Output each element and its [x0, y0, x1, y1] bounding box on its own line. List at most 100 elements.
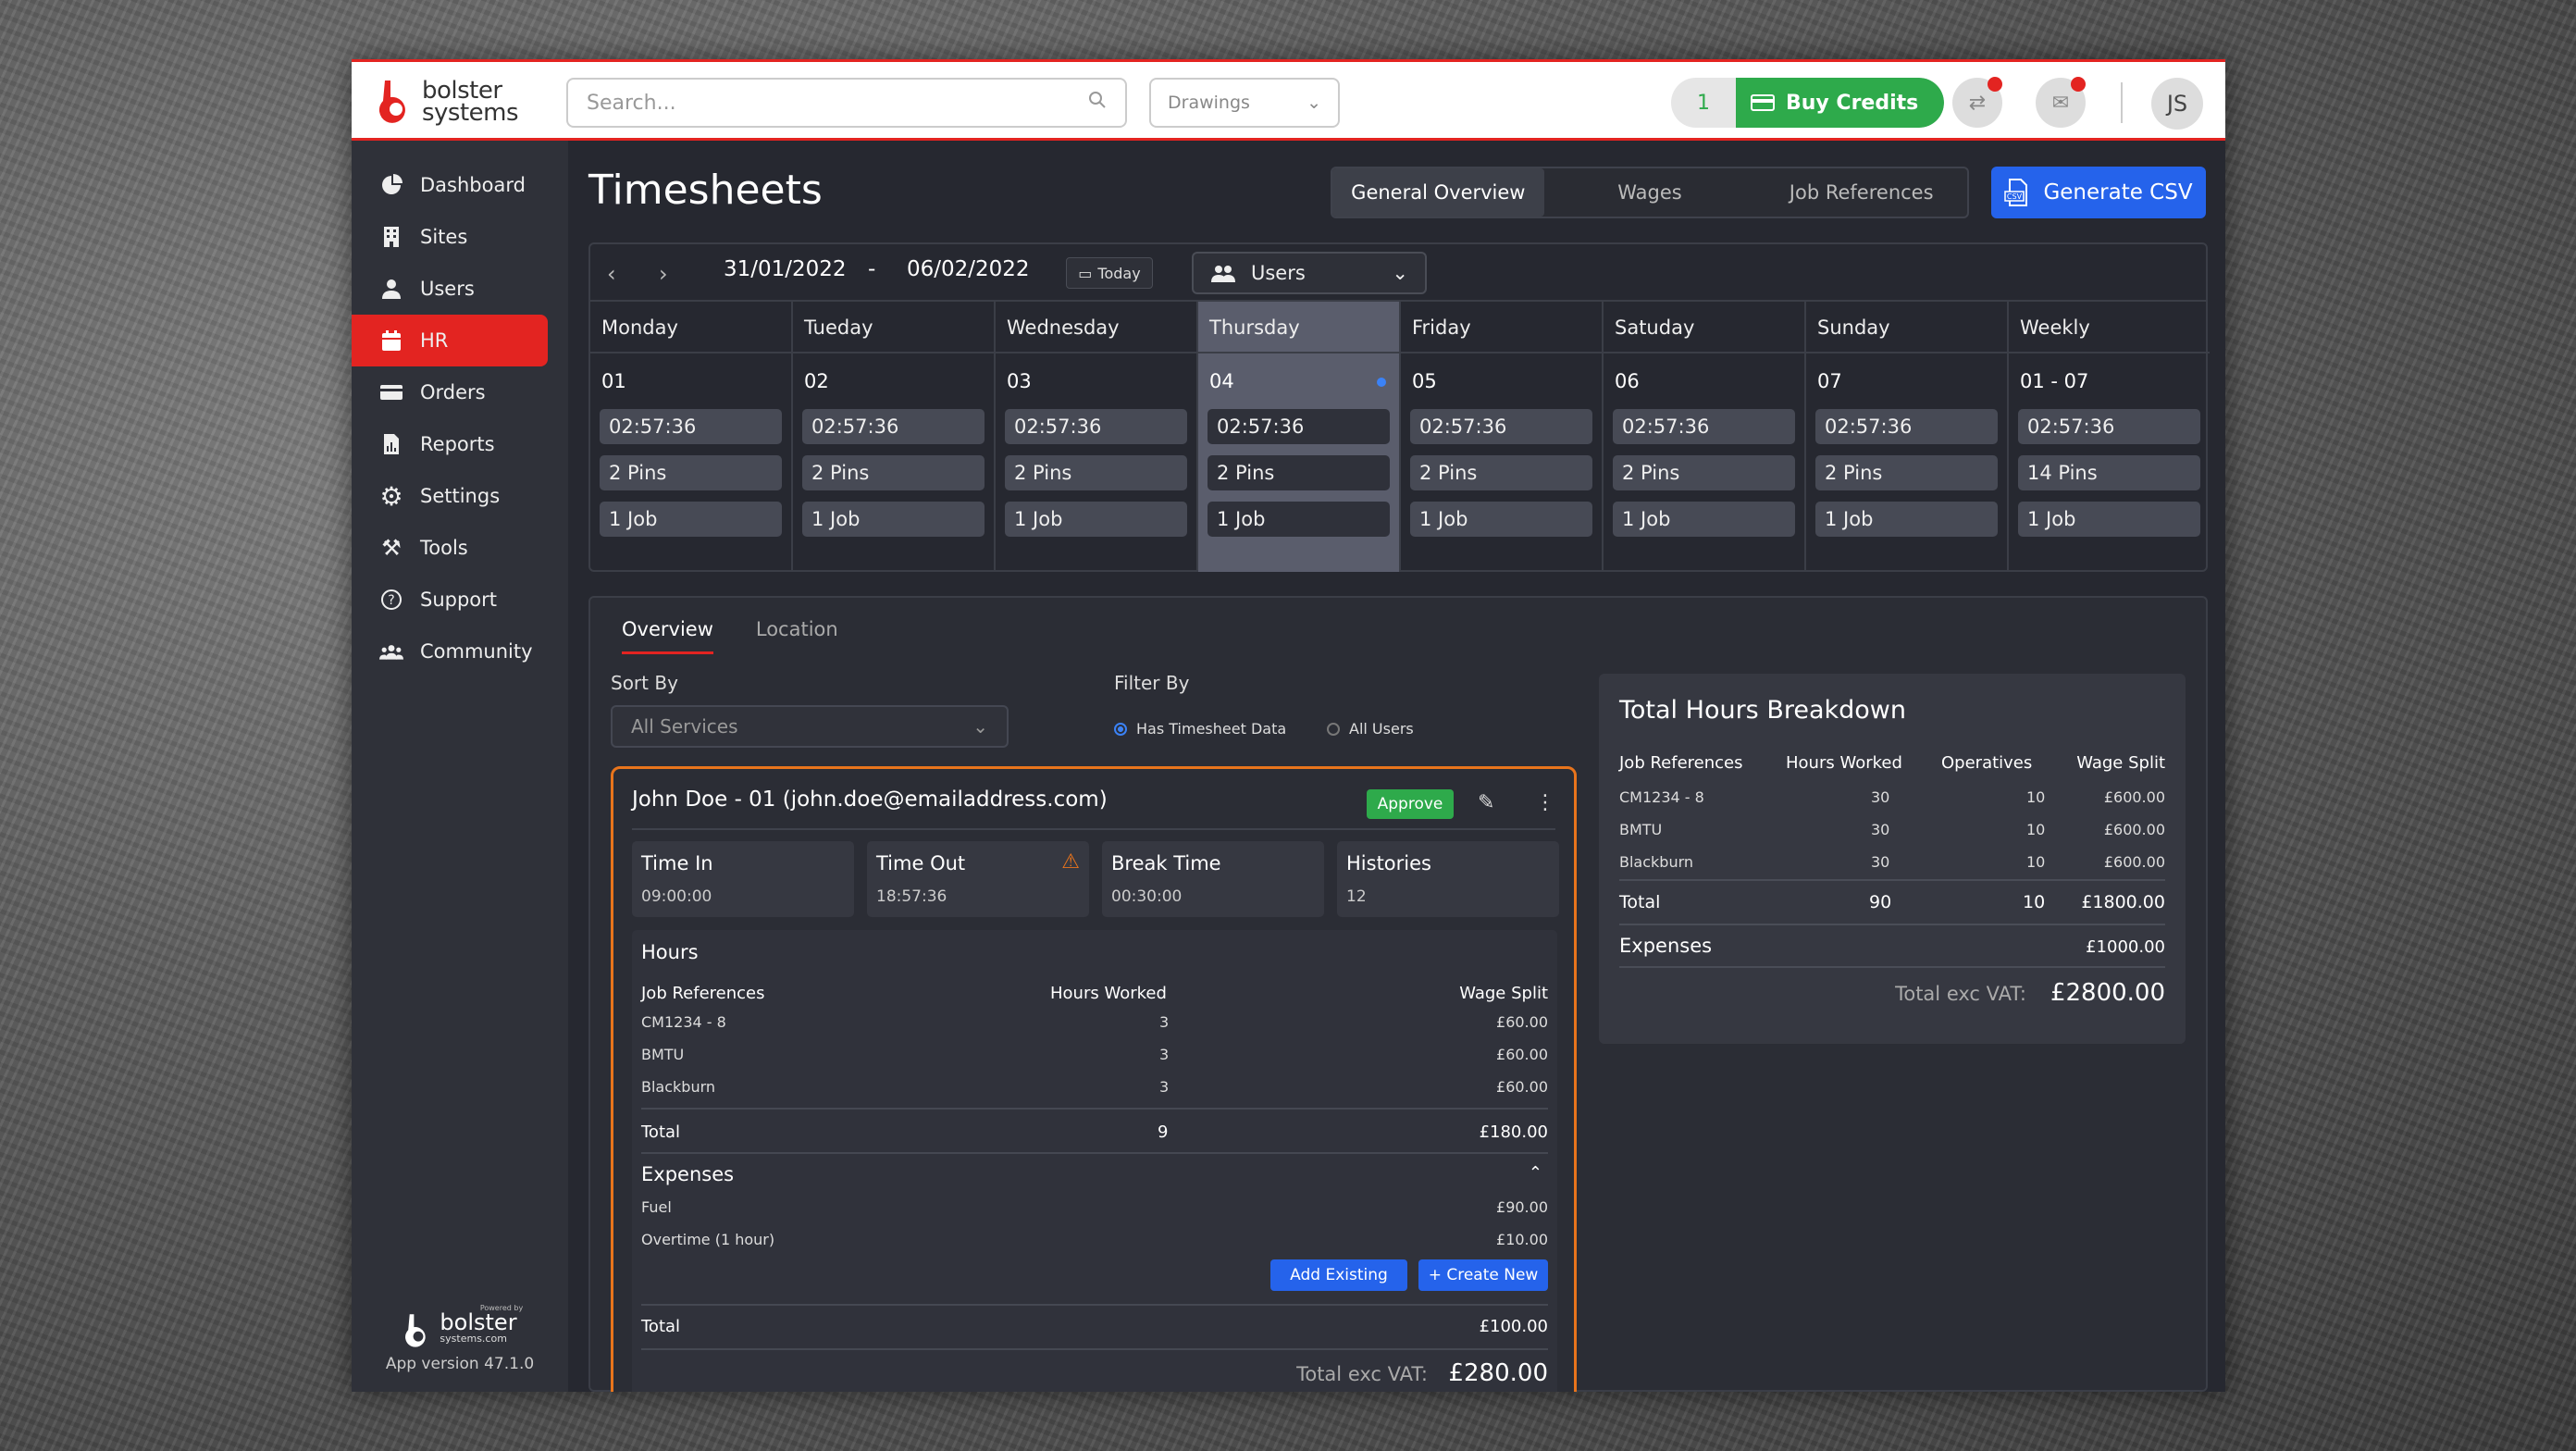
break-time-value: 00:30:00	[1111, 887, 1183, 906]
more-vertical-icon[interactable]: ⋮	[1535, 791, 1555, 814]
app-version-footer: Powered by bolster systems.com App versio…	[352, 1304, 568, 1373]
day-pins-pill[interactable]: 2 Pins	[1815, 455, 1998, 490]
day-jobs-pill[interactable]: 1 Job	[1410, 502, 1592, 537]
day-pins-pill[interactable]: 2 Pins	[600, 455, 782, 490]
sidebar-item-support[interactable]: ? Support	[352, 574, 548, 626]
day-column[interactable]: Tueday 02 02:57:36 2 Pins 1 Job	[793, 302, 996, 572]
day-pins-pill[interactable]: 2 Pins	[1005, 455, 1187, 490]
sidebar-item-sites[interactable]: Sites	[352, 211, 548, 263]
credits-widget[interactable]: 1 Buy Credits	[1671, 78, 1945, 128]
hours-total: 9	[1158, 1122, 1169, 1142]
day-jobs-pill[interactable]: 1 Job	[600, 502, 782, 537]
filter-all-users-radio[interactable]: All Users	[1327, 720, 1414, 738]
day-time-pill[interactable]: 02:57:36	[2018, 409, 2200, 444]
radio-unselected-icon	[1327, 722, 1340, 736]
generate-csv-button[interactable]: CSV Generate CSV	[1991, 167, 2206, 218]
sidebar-item-hr[interactable]: HR	[352, 315, 548, 366]
day-column[interactable]: Monday 01 02:57:36 2 Pins 1 Job	[590, 302, 793, 572]
day-jobs-pill[interactable]: 1 Job	[1815, 502, 1998, 537]
wage-split: £60.00	[1496, 1013, 1548, 1031]
sort-by-label: Sort By	[611, 672, 678, 694]
chevron-down-icon: ⌄	[1307, 93, 1321, 113]
drawings-dropdown[interactable]: Drawings ⌄	[1149, 78, 1340, 128]
day-column[interactable]: Satuday 06 02:57:36 2 Pins 1 Job	[1604, 302, 1806, 572]
users-label: Users	[1251, 262, 1306, 284]
column-header: Operatives	[1941, 753, 2033, 773]
users-dropdown[interactable]: Users ⌄	[1192, 252, 1427, 294]
add-existing-button[interactable]: Add Existing	[1270, 1259, 1407, 1291]
expense-amount: £10.00	[1496, 1231, 1548, 1248]
sidebar-item-users[interactable]: Users	[352, 263, 548, 315]
day-number-text: 01 - 07	[2020, 370, 2089, 392]
sidebar-item-tools[interactable]: ⚒ Tools	[352, 522, 548, 574]
sort-by-select[interactable]: All Services ⌄	[611, 705, 1009, 748]
chevron-right-icon[interactable]: ›	[659, 261, 668, 287]
day-time-pill[interactable]: 02:57:36	[600, 409, 782, 444]
sidebar-item-dashboard[interactable]: Dashboard	[352, 159, 548, 211]
day-column[interactable]: Sunday 07 02:57:36 2 Pins 1 Job	[1806, 302, 2009, 572]
day-pins-pill[interactable]: 14 Pins	[2018, 455, 2200, 490]
day-time-pill[interactable]: 02:57:36	[1815, 409, 1998, 444]
sync-button[interactable]: ⇄	[1952, 77, 2002, 128]
day-jobs-pill[interactable]: 1 Job	[802, 502, 985, 537]
tab-wages[interactable]: Wages	[1544, 168, 1756, 217]
messages-button[interactable]: ✉	[2036, 77, 2086, 128]
tab-location[interactable]: Location	[756, 618, 838, 654]
day-pins-pill[interactable]: 2 Pins	[1208, 455, 1390, 490]
filter-has-timesheet-radio[interactable]: Has Timesheet Data	[1114, 720, 1286, 738]
day-column[interactable]: Weekly 01 - 07 02:57:36 14 Pins 1 Job	[2009, 302, 2210, 572]
bolster-logo[interactable]: bolster systems	[376, 79, 519, 127]
sidebar-item-settings[interactable]: ⚙ Settings	[352, 470, 548, 522]
day-time-pill[interactable]: 02:57:36	[1005, 409, 1187, 444]
chevron-up-icon[interactable]: ⌃	[1529, 1163, 1542, 1183]
operatives: 10	[2026, 853, 2046, 871]
tab-general-overview[interactable]: General Overview	[1332, 168, 1544, 217]
buy-credits-button[interactable]: Buy Credits	[1736, 78, 1945, 128]
sidebar-item-label: Support	[420, 589, 498, 611]
operatives: 10	[2026, 821, 2046, 838]
today-button[interactable]: ▭ Today	[1066, 257, 1153, 289]
day-column[interactable]: Thursday 04 02:57:36 2 Pins 1 Job	[1198, 302, 1401, 572]
chevron-left-icon[interactable]: ‹	[607, 261, 616, 287]
day-jobs-pill[interactable]: 1 Job	[1613, 502, 1795, 537]
histories-box[interactable]: Histories 12	[1337, 841, 1559, 917]
today-indicator-dot	[1377, 378, 1386, 387]
create-new-button[interactable]: + Create New	[1418, 1259, 1548, 1291]
day-pins-pill[interactable]: 2 Pins	[1410, 455, 1592, 490]
day-time-pill[interactable]: 02:57:36	[802, 409, 985, 444]
approve-button[interactable]: Approve	[1367, 789, 1454, 819]
day-column[interactable]: Friday 05 02:57:36 2 Pins 1 Job	[1401, 302, 1604, 572]
calendar-icon	[379, 329, 403, 353]
tab-job-references[interactable]: Job References	[1755, 168, 1967, 217]
sidebar-item-orders[interactable]: Orders	[352, 366, 548, 418]
day-jobs-pill[interactable]: 1 Job	[1208, 502, 1390, 537]
day-jobs-pill[interactable]: 1 Job	[2018, 502, 2200, 537]
wage-total: £180.00	[1479, 1122, 1548, 1142]
edit-icon[interactable]: ✎	[1478, 791, 1494, 814]
day-time-pill[interactable]: 02:57:36	[1208, 409, 1390, 444]
start-date[interactable]: 31/01/2022	[724, 257, 847, 281]
tab-overview[interactable]: Overview	[622, 618, 713, 654]
end-date[interactable]: 06/02/2022	[907, 257, 1030, 281]
day-jobs-pill[interactable]: 1 Job	[1005, 502, 1187, 537]
time-out-box: Time Out 18:57:36 ⚠	[867, 841, 1089, 917]
search-input[interactable]: Search...	[566, 78, 1127, 128]
day-time-pill[interactable]: 02:57:36	[1410, 409, 1592, 444]
column-header: Job References	[641, 984, 765, 1003]
expenses-title: Expenses	[641, 1163, 735, 1185]
divider	[641, 1152, 1548, 1154]
day-number: 05	[1401, 353, 1602, 409]
column-header: Hours Worked	[1786, 753, 1902, 773]
avatar[interactable]: JS	[2151, 78, 2203, 130]
day-column[interactable]: Wednesday 03 02:57:36 2 Pins 1 Job	[996, 302, 1198, 572]
wage-split: £60.00	[1496, 1078, 1548, 1096]
day-pins-pill[interactable]: 2 Pins	[802, 455, 985, 490]
day-name: Friday	[1401, 302, 1602, 353]
day-time-pill[interactable]: 02:57:36	[1613, 409, 1795, 444]
logo-line2: systems	[422, 99, 519, 127]
day-pins-pill[interactable]: 2 Pins	[1613, 455, 1795, 490]
sidebar-item-reports[interactable]: Reports	[352, 418, 548, 470]
sidebar-item-community[interactable]: Community	[352, 626, 548, 677]
column-header: Job References	[1619, 753, 1743, 773]
gear-icon: ⚙	[379, 480, 403, 512]
